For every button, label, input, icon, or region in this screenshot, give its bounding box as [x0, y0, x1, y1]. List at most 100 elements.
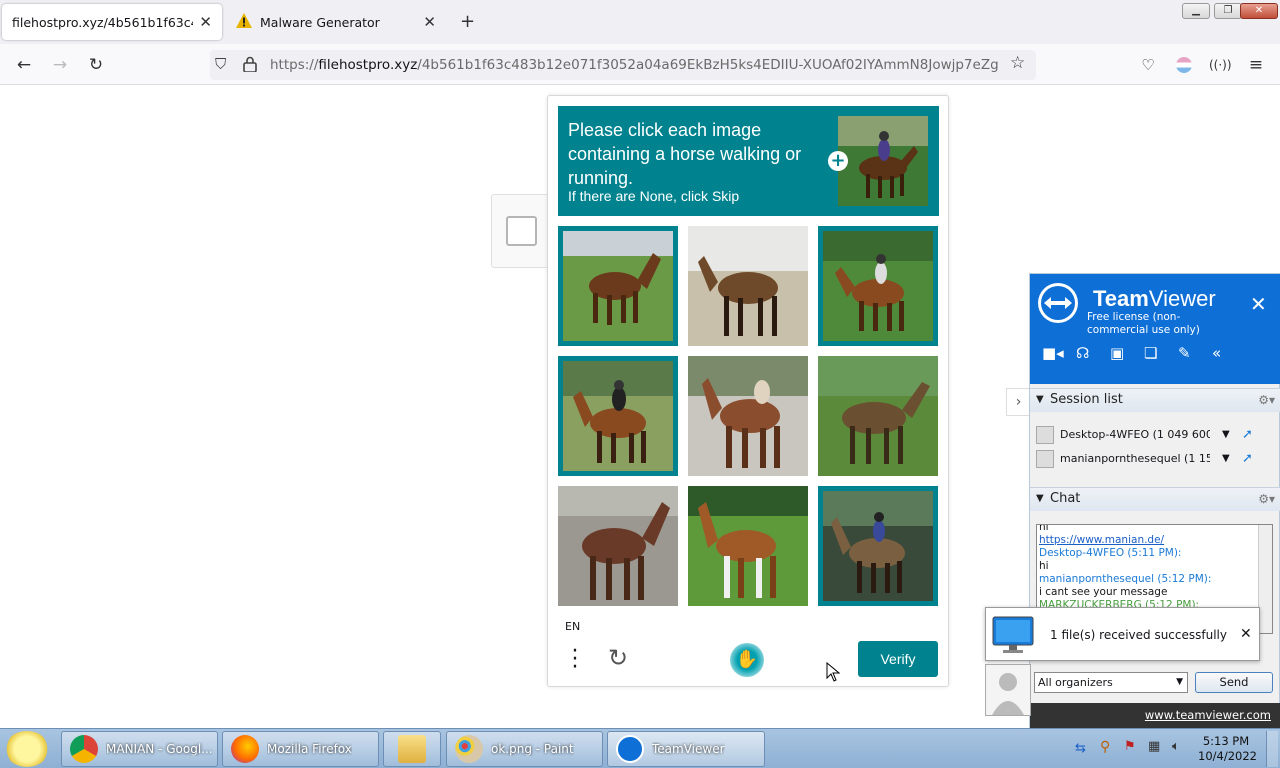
- gear-icon[interactable]: ⚙▾: [1258, 488, 1275, 510]
- close-icon[interactable]: ✕: [1240, 626, 1252, 642]
- sample-image[interactable]: [838, 116, 928, 206]
- organizer-select[interactable]: All organizers ▼: [1034, 672, 1188, 693]
- network-tray-icon[interactable]: ▦: [1148, 739, 1160, 754]
- session-item[interactable]: manianpornthesequel (1 151 5 ▼ ➚: [1036, 448, 1276, 470]
- send-button[interactable]: Send: [1195, 672, 1273, 693]
- taskbar-item-chrome[interactable]: MANIAN - Googl...: [61, 731, 218, 767]
- verify-button[interactable]: Verify: [858, 641, 938, 677]
- browser-nav-bar: ← → ↻ ⛉ https://filehostpro.xyz/4b561b1f…: [0, 44, 1280, 85]
- new-tab-button[interactable]: +: [460, 11, 475, 32]
- captcha-challenge: Please click each image containing a hor…: [547, 95, 949, 687]
- session-list-header[interactable]: ▼ Session list ⚙▾: [1030, 388, 1280, 412]
- taskbar-item-teamviewer[interactable]: TeamViewer: [607, 731, 765, 767]
- window-close-button[interactable]: ✕: [1240, 3, 1278, 19]
- chat-line: hi: [1039, 560, 1049, 572]
- captcha-image-2[interactable]: [688, 226, 808, 346]
- chat-line: hi: [1039, 524, 1049, 533]
- reload-icon[interactable]: ↻: [85, 54, 107, 76]
- select-value: All organizers: [1038, 676, 1113, 689]
- bookmark-star-icon[interactable]: ☆: [1010, 53, 1025, 73]
- session-name: manianpornthesequel (1 151 5: [1060, 452, 1210, 465]
- taskbar-label: Mozilla Firefox: [267, 742, 352, 756]
- files-icon[interactable]: ❏: [1144, 344, 1157, 362]
- chat-sender: manianpornthesequel (5:12 PM):: [1039, 573, 1212, 585]
- teamviewer-link[interactable]: www.teamviewer.com: [1145, 708, 1271, 722]
- clock-time: 5:13 PM: [1202, 734, 1250, 748]
- license-text: Free license (non-commercial use only): [1087, 311, 1200, 336]
- language-selector[interactable]: EN: [565, 620, 580, 633]
- close-icon[interactable]: ✕: [1250, 292, 1267, 316]
- search-tray-icon[interactable]: ⚲: [1100, 739, 1110, 755]
- minimize-button[interactable]: ▁: [1182, 3, 1210, 19]
- collapse-triangle-icon[interactable]: ▼: [1036, 488, 1044, 510]
- taskbar-item-paint[interactable]: ok.png - Paint: [446, 731, 603, 767]
- tab-malware-generator[interactable]: Malware Generator ✕: [226, 4, 446, 40]
- user-icon: [1036, 426, 1054, 444]
- warning-icon: [236, 13, 254, 31]
- cursor-arrow-icon[interactable]: ➚: [1242, 448, 1253, 470]
- chat-icon[interactable]: ▣: [1110, 344, 1124, 362]
- chat-line: i cant see your message: [1039, 586, 1168, 598]
- chat-scrollbar[interactable]: [1258, 525, 1272, 633]
- captcha-subtext: If there are None, click Skip: [568, 188, 740, 204]
- hcaptcha-logo-icon[interactable]: ✋: [730, 643, 764, 677]
- session-item[interactable]: Desktop-4WFEO (1 049 600 75 ▼ ➚: [1036, 424, 1276, 446]
- close-icon[interactable]: ✕: [199, 13, 212, 31]
- teamviewer-tray-icon[interactable]: ⇆: [1075, 741, 1086, 756]
- taskbar-item-explorer[interactable]: [383, 731, 441, 767]
- url-bar[interactable]: ⛉ https://filehostpro.xyz/4b561b1f63c483…: [210, 50, 1036, 80]
- refresh-challenge-icon[interactable]: ↻: [608, 644, 628, 672]
- captcha-image-3[interactable]: [818, 226, 938, 346]
- captcha-checkbox[interactable]: [506, 216, 537, 246]
- lock-icon[interactable]: [243, 56, 257, 75]
- show-desktop-button[interactable]: [1266, 731, 1278, 767]
- captcha-image-4[interactable]: [558, 356, 678, 476]
- gear-icon[interactable]: ⚙▾: [1258, 389, 1275, 411]
- chrome-icon: [70, 735, 98, 763]
- shield-icon[interactable]: ⛉: [215, 55, 226, 73]
- flag-tray-icon[interactable]: ⚑: [1124, 739, 1136, 754]
- chat-header[interactable]: ▼ Chat ⚙▾: [1030, 487, 1280, 511]
- taskbar-item-firefox[interactable]: Mozilla Firefox: [222, 731, 379, 767]
- session-name: Desktop-4WFEO (1 049 600 75: [1060, 428, 1210, 441]
- chevron-down-icon[interactable]: ▼: [1176, 673, 1183, 692]
- captcha-image-5[interactable]: [688, 356, 808, 476]
- browser-tab-bar: filehostpro.xyz/4b561b1f63c483b12e ✕ Mal…: [0, 0, 1280, 44]
- tab-filehostpro[interactable]: filehostpro.xyz/4b561b1f63c483b12e ✕: [2, 4, 222, 40]
- avatar: [985, 664, 1031, 716]
- extension-icon[interactable]: ((·)): [1209, 54, 1232, 76]
- taskbar-label: ok.png - Paint: [491, 742, 574, 756]
- restore-button[interactable]: ❐: [1214, 3, 1242, 19]
- dropdown-icon[interactable]: ▼: [1222, 424, 1230, 446]
- more-options-icon[interactable]: · · ·: [570, 641, 580, 679]
- extension-icon[interactable]: [1176, 57, 1192, 73]
- forward-icon[interactable]: →: [49, 54, 71, 76]
- notification-text: 1 file(s) received successfully: [1050, 628, 1227, 642]
- headset-icon[interactable]: ☊: [1076, 344, 1089, 362]
- dropdown-icon[interactable]: ▼: [1222, 448, 1230, 470]
- back-icon[interactable]: ←: [13, 54, 35, 76]
- captcha-image-6[interactable]: [818, 356, 938, 476]
- user-icon: [1036, 450, 1054, 468]
- expand-panel-button[interactable]: ›: [1006, 388, 1030, 416]
- captcha-image-9[interactable]: [818, 486, 938, 606]
- whiteboard-icon[interactable]: ✎: [1178, 344, 1191, 362]
- close-icon[interactable]: ✕: [423, 13, 436, 31]
- captcha-image-7[interactable]: [558, 486, 678, 606]
- start-button[interactable]: [5, 731, 49, 767]
- clock[interactable]: 5:13 PM 10/4/2022: [1198, 734, 1257, 764]
- menu-icon[interactable]: ≡: [1245, 54, 1267, 76]
- volume-tray-icon[interactable]: 🔈︎: [1172, 739, 1180, 754]
- captcha-header: Please click each image containing a hor…: [558, 106, 939, 216]
- cursor-arrow-icon[interactable]: ➚: [1242, 424, 1253, 446]
- collapse-triangle-icon[interactable]: ▼: [1036, 389, 1044, 411]
- captcha-image-8[interactable]: [688, 486, 808, 606]
- plus-icon[interactable]: +: [828, 151, 848, 171]
- video-icon[interactable]: ■◂: [1042, 344, 1064, 362]
- captcha-image-1[interactable]: [558, 226, 678, 346]
- url-text: https://filehostpro.xyz/4b561b1f63c483b1…: [270, 57, 999, 73]
- tab-title: filehostpro.xyz/4b561b1f63c483b12e: [12, 14, 193, 30]
- chat-link[interactable]: https://www.manian.de/: [1039, 534, 1256, 547]
- pocket-icon[interactable]: ♡: [1137, 54, 1159, 76]
- collapse-icon[interactable]: «: [1212, 344, 1221, 362]
